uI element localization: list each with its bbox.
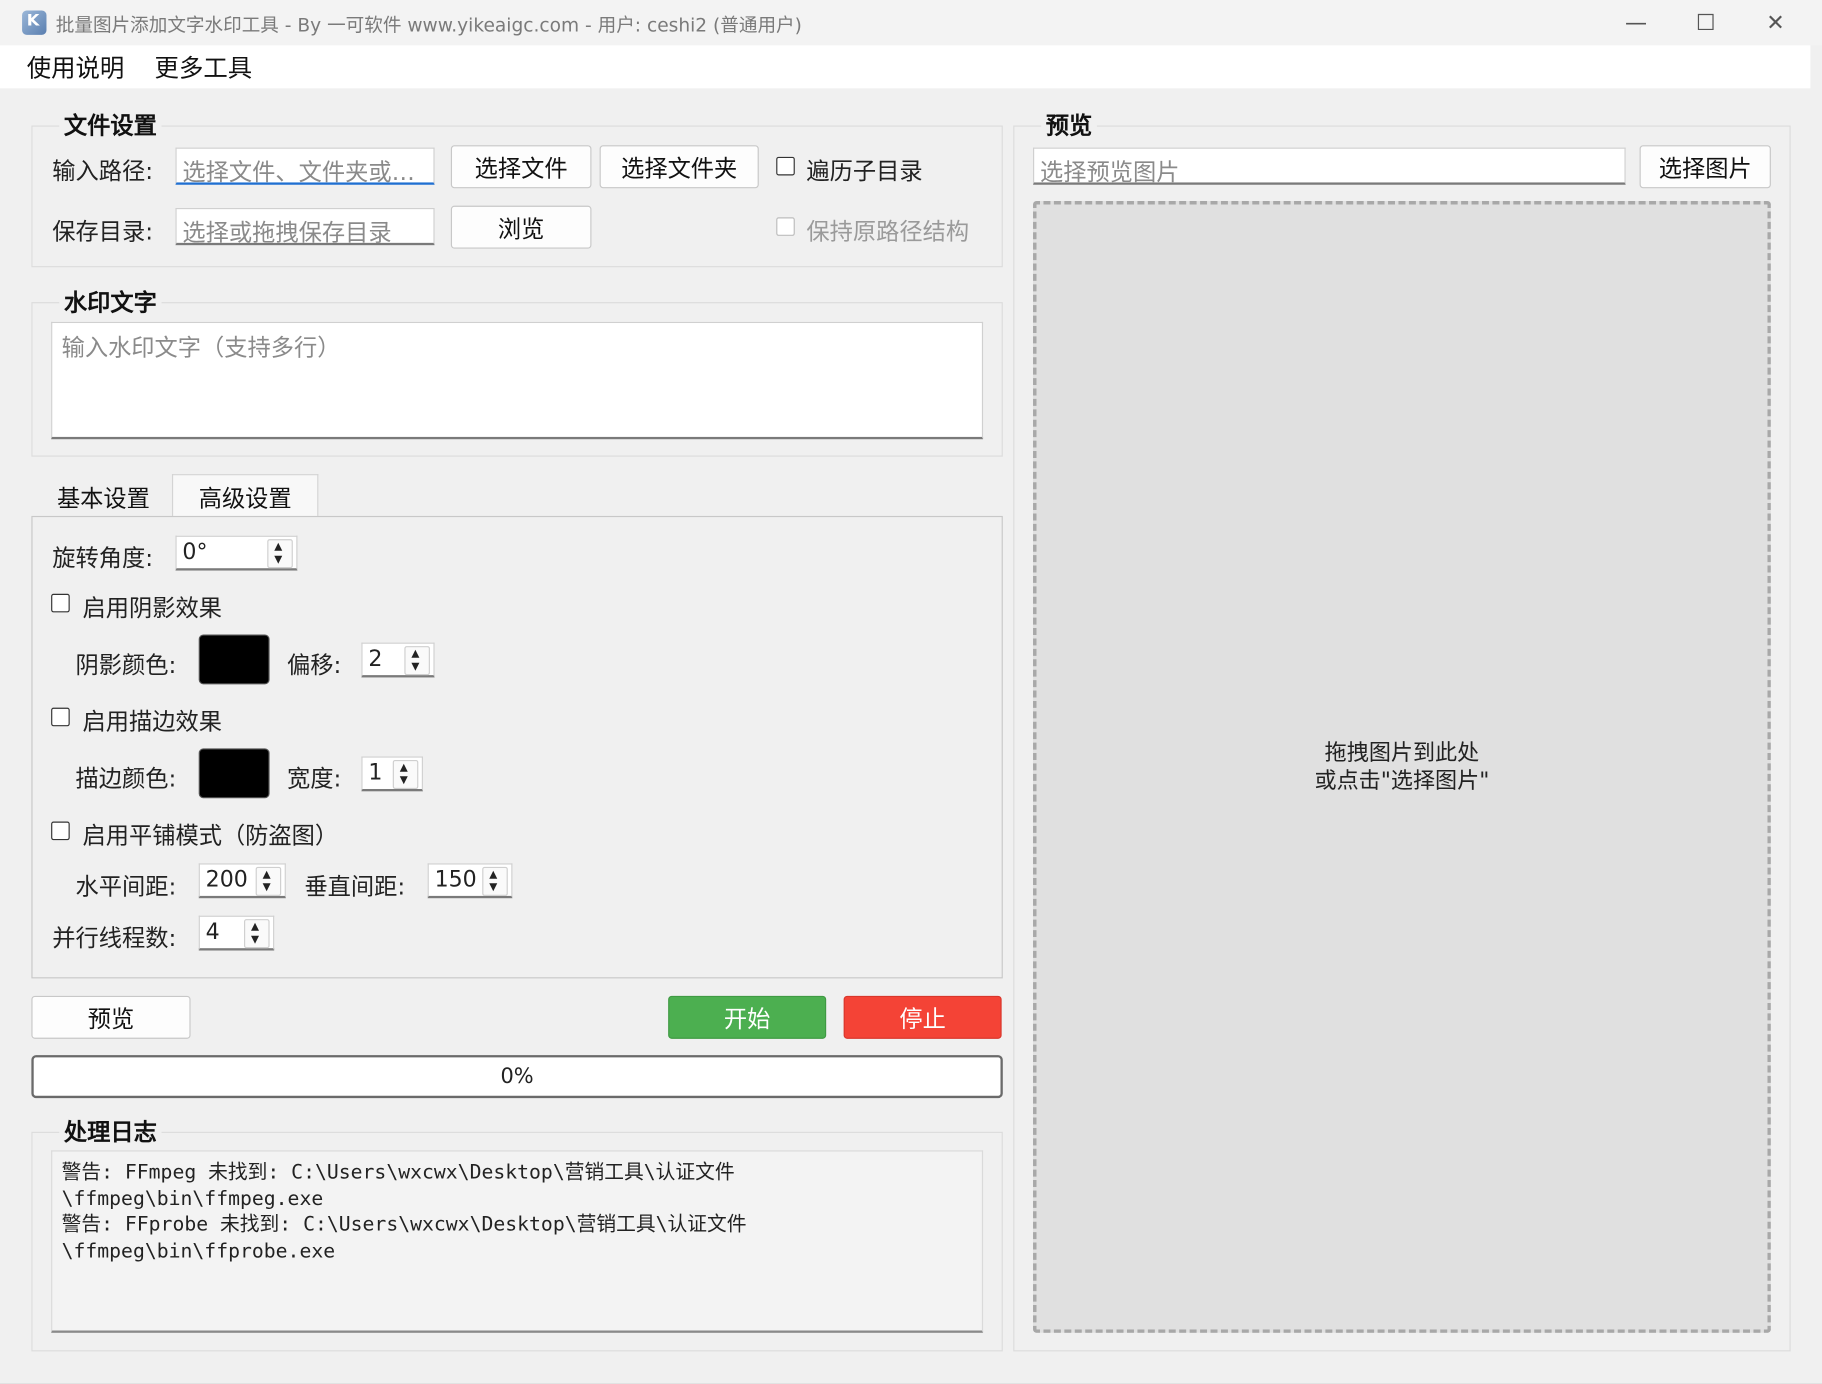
- traverse-subdirs-label: 遍历子目录: [806, 156, 923, 185]
- width-value: 1: [368, 759, 383, 786]
- save-dir-field[interactable]: 选择或拖拽保存目录: [175, 207, 435, 246]
- minimize-button[interactable]: —: [1601, 0, 1671, 45]
- watermark-text-title: 水印文字: [59, 283, 162, 318]
- app-icon: K: [22, 10, 47, 35]
- width-spinbox[interactable]: 1 ▲ ▼: [361, 756, 423, 792]
- file-settings-title: 文件设置: [59, 106, 162, 141]
- keep-structure-checkbox[interactable]: [776, 217, 795, 236]
- rotation-stepper-arrows[interactable]: ▲ ▼: [267, 539, 293, 569]
- keep-structure-label: 保持原路径结构: [806, 217, 970, 246]
- browse-button[interactable]: 浏览: [450, 205, 592, 249]
- tab-advanced[interactable]: 高级设置: [171, 474, 319, 518]
- tab-basic[interactable]: 基本设置: [35, 476, 172, 517]
- v-spacing-label: 垂直间距:: [304, 872, 406, 901]
- threads-label: 并行线程数:: [52, 923, 177, 952]
- h-spacing-value: 200: [205, 866, 248, 893]
- stroke-color-swatch[interactable]: [198, 748, 270, 799]
- v-spacing-value: 150: [434, 866, 477, 893]
- preview-drop-area[interactable]: 拖拽图片到此处 或点击"选择图片": [1033, 201, 1771, 1333]
- stop-button[interactable]: 停止: [843, 995, 1002, 1039]
- select-image-button[interactable]: 选择图片: [1639, 145, 1771, 189]
- input-path-label: 输入路径:: [52, 156, 154, 185]
- input-path-field[interactable]: 选择文件、文件夹或…: [175, 147, 435, 185]
- advanced-settings-pane: [31, 515, 1003, 979]
- offset-spinbox[interactable]: 2 ▲ ▼: [361, 642, 435, 678]
- h-spacing-label: 水平间距:: [75, 872, 177, 901]
- progress-bar: 0%: [31, 1055, 1003, 1099]
- log-line: 警告: FFmpeg 未找到: C:\Users\wxcwx\Desktop\营…: [61, 1160, 735, 1185]
- v-spacing-spinbox[interactable]: 150 ▲ ▼: [427, 863, 513, 899]
- v-spacing-stepper-arrows[interactable]: ▲ ▼: [482, 866, 508, 896]
- stroke-color-label: 描边颜色:: [75, 764, 177, 793]
- offset-label: 偏移:: [287, 650, 342, 679]
- title-bar: K 批量图片添加文字水印工具 - By 一可软件 www.yikeaigc.co…: [0, 0, 1822, 46]
- tile-enable-label: 启用平铺模式（防盗图）: [82, 821, 339, 850]
- log-line: \ffmpeg\bin\ffmpeg.exe: [61, 1186, 324, 1211]
- h-spacing-stepper-arrows[interactable]: ▲ ▼: [255, 866, 282, 896]
- menu-bar: 使用说明 更多工具: [0, 45, 1811, 89]
- menu-more-tools[interactable]: 更多工具: [155, 50, 253, 85]
- start-button[interactable]: 开始: [668, 995, 827, 1039]
- close-button[interactable]: ✕: [1741, 0, 1811, 45]
- shadow-enable-checkbox[interactable]: [51, 593, 70, 613]
- watermark-text-input[interactable]: 输入水印文字（支持多行）: [51, 321, 984, 440]
- shadow-enable-label: 启用阴影效果: [82, 593, 222, 622]
- rotation-value: 0°: [182, 539, 208, 565]
- preview-image-path-field[interactable]: 选择预览图片: [1033, 147, 1626, 185]
- menu-help[interactable]: 使用说明: [27, 50, 125, 85]
- log-title: 处理日志: [59, 1113, 162, 1147]
- width-stepper-arrows[interactable]: ▲ ▼: [392, 759, 419, 789]
- rotation-label: 旋转角度:: [52, 543, 154, 572]
- log-line: \ffmpeg\bin\ffprobe.exe: [61, 1239, 336, 1263]
- maximize-button[interactable]: ☐: [1671, 0, 1741, 45]
- threads-value: 4: [205, 919, 220, 945]
- drop-hint-line-1: 拖拽图片到此处: [1324, 740, 1480, 766]
- tile-enable-checkbox[interactable]: [51, 821, 70, 841]
- stroke-enable-checkbox[interactable]: [51, 707, 70, 727]
- offset-stepper-arrows[interactable]: ▲ ▼: [404, 646, 430, 676]
- shadow-color-swatch[interactable]: [198, 634, 270, 685]
- preview-title: 预览: [1041, 106, 1097, 141]
- save-dir-label: 保存目录:: [52, 217, 154, 246]
- log-textarea[interactable]: 警告: FFmpeg 未找到: C:\Users\wxcwx\Desktop\营…: [51, 1150, 984, 1333]
- select-folder-button[interactable]: 选择文件夹: [599, 145, 759, 189]
- width-label: 宽度:: [287, 764, 342, 793]
- log-line: 警告: FFprobe 未找到: C:\Users\wxcwx\Desktop\…: [61, 1213, 747, 1237]
- shadow-color-label: 阴影颜色:: [75, 650, 177, 679]
- preview-button[interactable]: 预览: [31, 995, 191, 1039]
- traverse-subdirs-checkbox[interactable]: [776, 156, 795, 176]
- drop-hint-line-2: 或点击"选择图片": [1314, 768, 1490, 794]
- threads-spinbox[interactable]: 4 ▲ ▼: [198, 915, 275, 951]
- h-spacing-spinbox[interactable]: 200 ▲ ▼: [198, 863, 286, 899]
- threads-stepper-arrows[interactable]: ▲ ▼: [244, 919, 270, 949]
- rotation-spinbox[interactable]: 0° ▲ ▼: [175, 535, 298, 571]
- offset-value: 2: [368, 646, 383, 672]
- progress-text: 0%: [500, 1064, 534, 1089]
- select-file-button[interactable]: 选择文件: [450, 145, 592, 189]
- stroke-enable-label: 启用描边效果: [82, 707, 222, 736]
- window-title: 批量图片添加文字水印工具 - By 一可软件 www.yikeaigc.com …: [55, 13, 802, 37]
